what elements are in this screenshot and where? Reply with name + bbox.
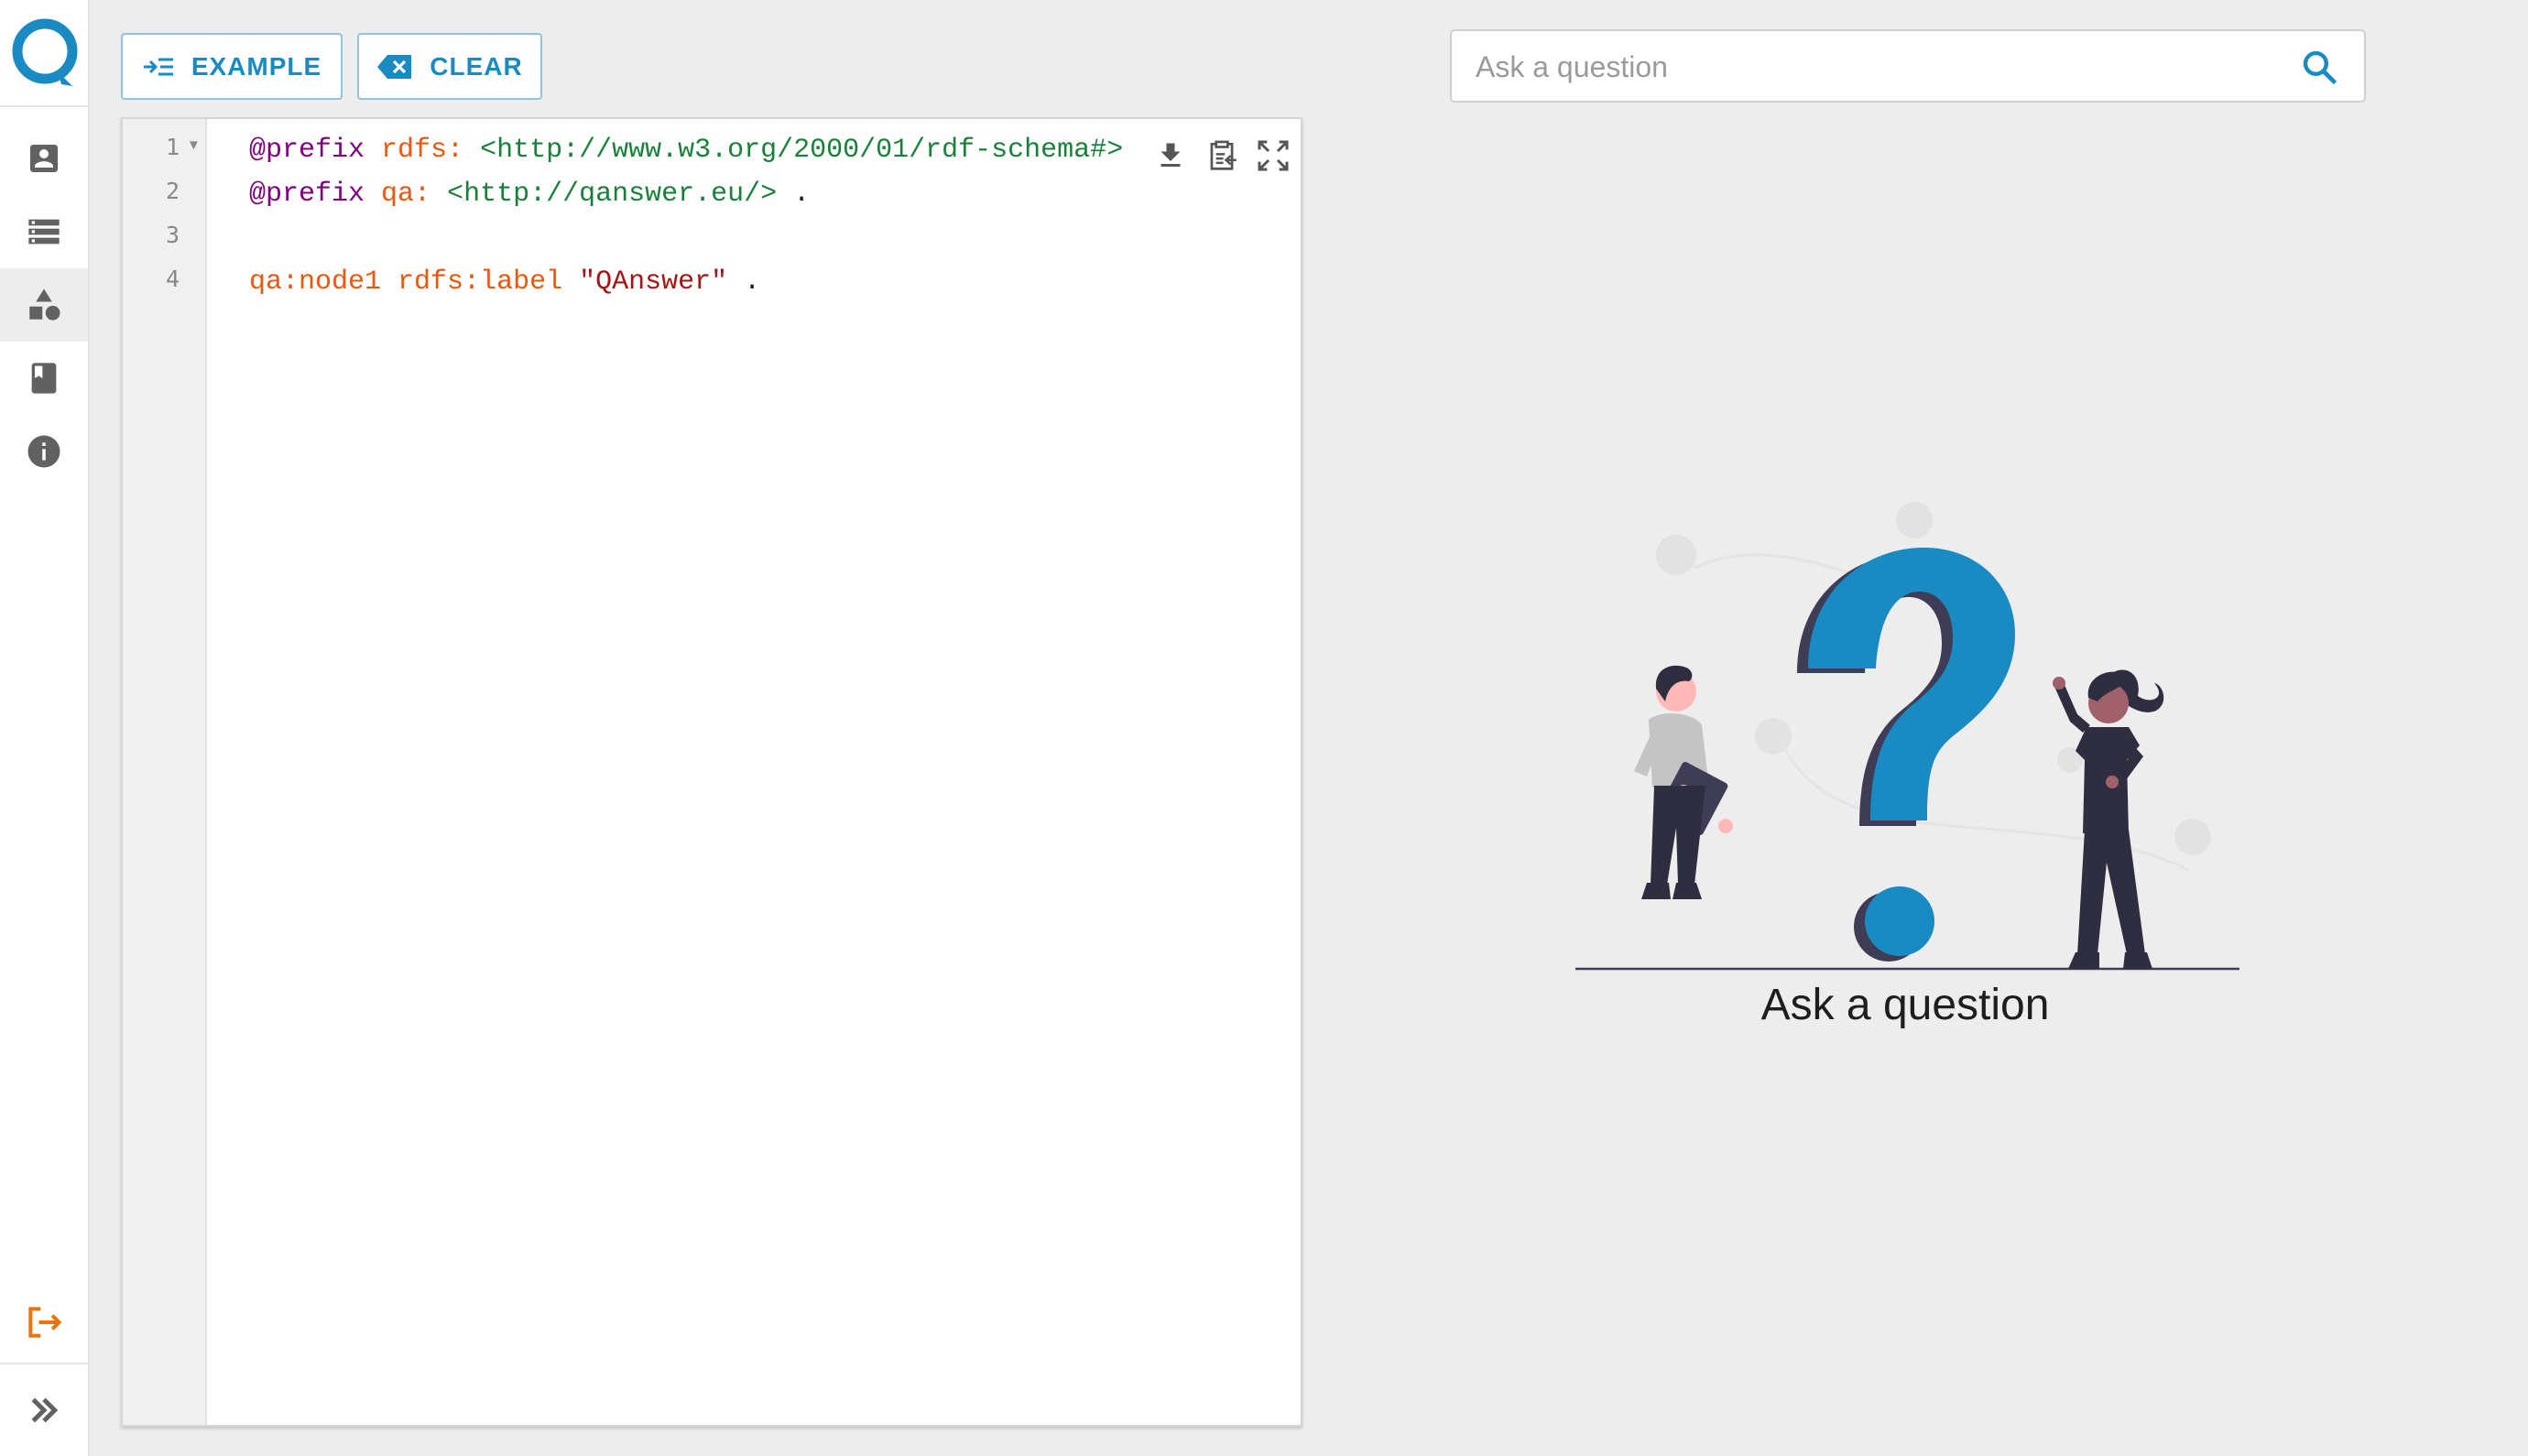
editor-toolbar xyxy=(1145,130,1299,181)
backspace-icon xyxy=(377,54,412,79)
code-editor[interactable]: 1 ▼ 2 3 4 @prefix rdfs: <http://www.w3.o… xyxy=(121,117,1302,1427)
example-button-label: EXAMPLE xyxy=(191,51,322,81)
clear-button-label: CLEAR xyxy=(430,51,523,81)
code-token: <http://www.w3.org/2000/01/rdf-schema#> xyxy=(480,135,1124,166)
code-line[interactable]: qa:node1 rdfs:label "QAnswer" . xyxy=(249,264,760,300)
shapes-icon xyxy=(29,288,60,321)
line-number: 4 xyxy=(165,266,180,292)
sidebar-item-info[interactable] xyxy=(0,415,88,488)
code-token: qa:node1 xyxy=(249,266,382,298)
clear-button[interactable]: CLEAR xyxy=(357,33,542,100)
sidebar-divider xyxy=(0,1363,90,1364)
code-token: <http://qanswer.eu/> xyxy=(447,179,778,210)
double-chevron-right-icon xyxy=(31,1397,59,1423)
code-token: . xyxy=(727,266,761,298)
book-icon xyxy=(31,363,57,394)
empty-state-caption: Ask a question xyxy=(1760,981,2050,1029)
sidebar xyxy=(0,0,90,1456)
line-number: 2 xyxy=(165,178,180,204)
sidebar-item-shapes[interactable] xyxy=(0,268,88,342)
code-token: . xyxy=(777,179,811,210)
copy-to-clipboard-button[interactable] xyxy=(1196,130,1248,181)
fullscreen-icon xyxy=(1258,140,1289,171)
code-line[interactable]: @prefix rdfs: <http://www.w3.org/2000/01… xyxy=(249,132,1123,168)
code-token: "QAnswer" xyxy=(579,266,728,298)
logout-button[interactable] xyxy=(0,1286,88,1359)
code-token: rdfs: xyxy=(381,135,464,166)
question-search-box[interactable] xyxy=(1450,29,2366,103)
line-number: 1 xyxy=(165,134,180,160)
code-token: qa: xyxy=(381,179,431,210)
question-input[interactable] xyxy=(1474,42,2280,92)
search-icon[interactable] xyxy=(2300,48,2340,88)
expand-sidebar-button[interactable] xyxy=(0,1374,88,1447)
download-button[interactable] xyxy=(1145,130,1196,181)
code-token: @prefix xyxy=(249,135,365,166)
clipboard-icon xyxy=(1210,140,1237,170)
storage-icon xyxy=(28,219,60,244)
download-icon xyxy=(1160,143,1181,167)
ask-question-illustration xyxy=(1575,502,2239,971)
example-button[interactable]: EXAMPLE xyxy=(121,33,343,100)
code-line[interactable]: @prefix qa: <http://qanswer.eu/> . xyxy=(249,176,810,212)
code-token: @prefix xyxy=(249,179,365,210)
fullscreen-button[interactable] xyxy=(1248,130,1299,181)
sidebar-item-datasets[interactable] xyxy=(0,195,88,268)
fold-arrow-icon[interactable]: ▼ xyxy=(187,137,201,153)
account-box-icon xyxy=(30,145,58,172)
sidebar-item-docs[interactable] xyxy=(0,342,88,415)
line-number-gutter: 1 ▼ 2 3 4 xyxy=(123,119,207,1425)
line-number: 3 xyxy=(165,222,180,248)
sidebar-item-user[interactable] xyxy=(0,122,88,195)
qanswer-logo[interactable] xyxy=(0,0,90,107)
insert-example-icon xyxy=(143,58,173,75)
logout-icon xyxy=(28,1307,62,1338)
code-token: rdfs:label xyxy=(398,266,563,298)
info-icon xyxy=(27,435,60,468)
